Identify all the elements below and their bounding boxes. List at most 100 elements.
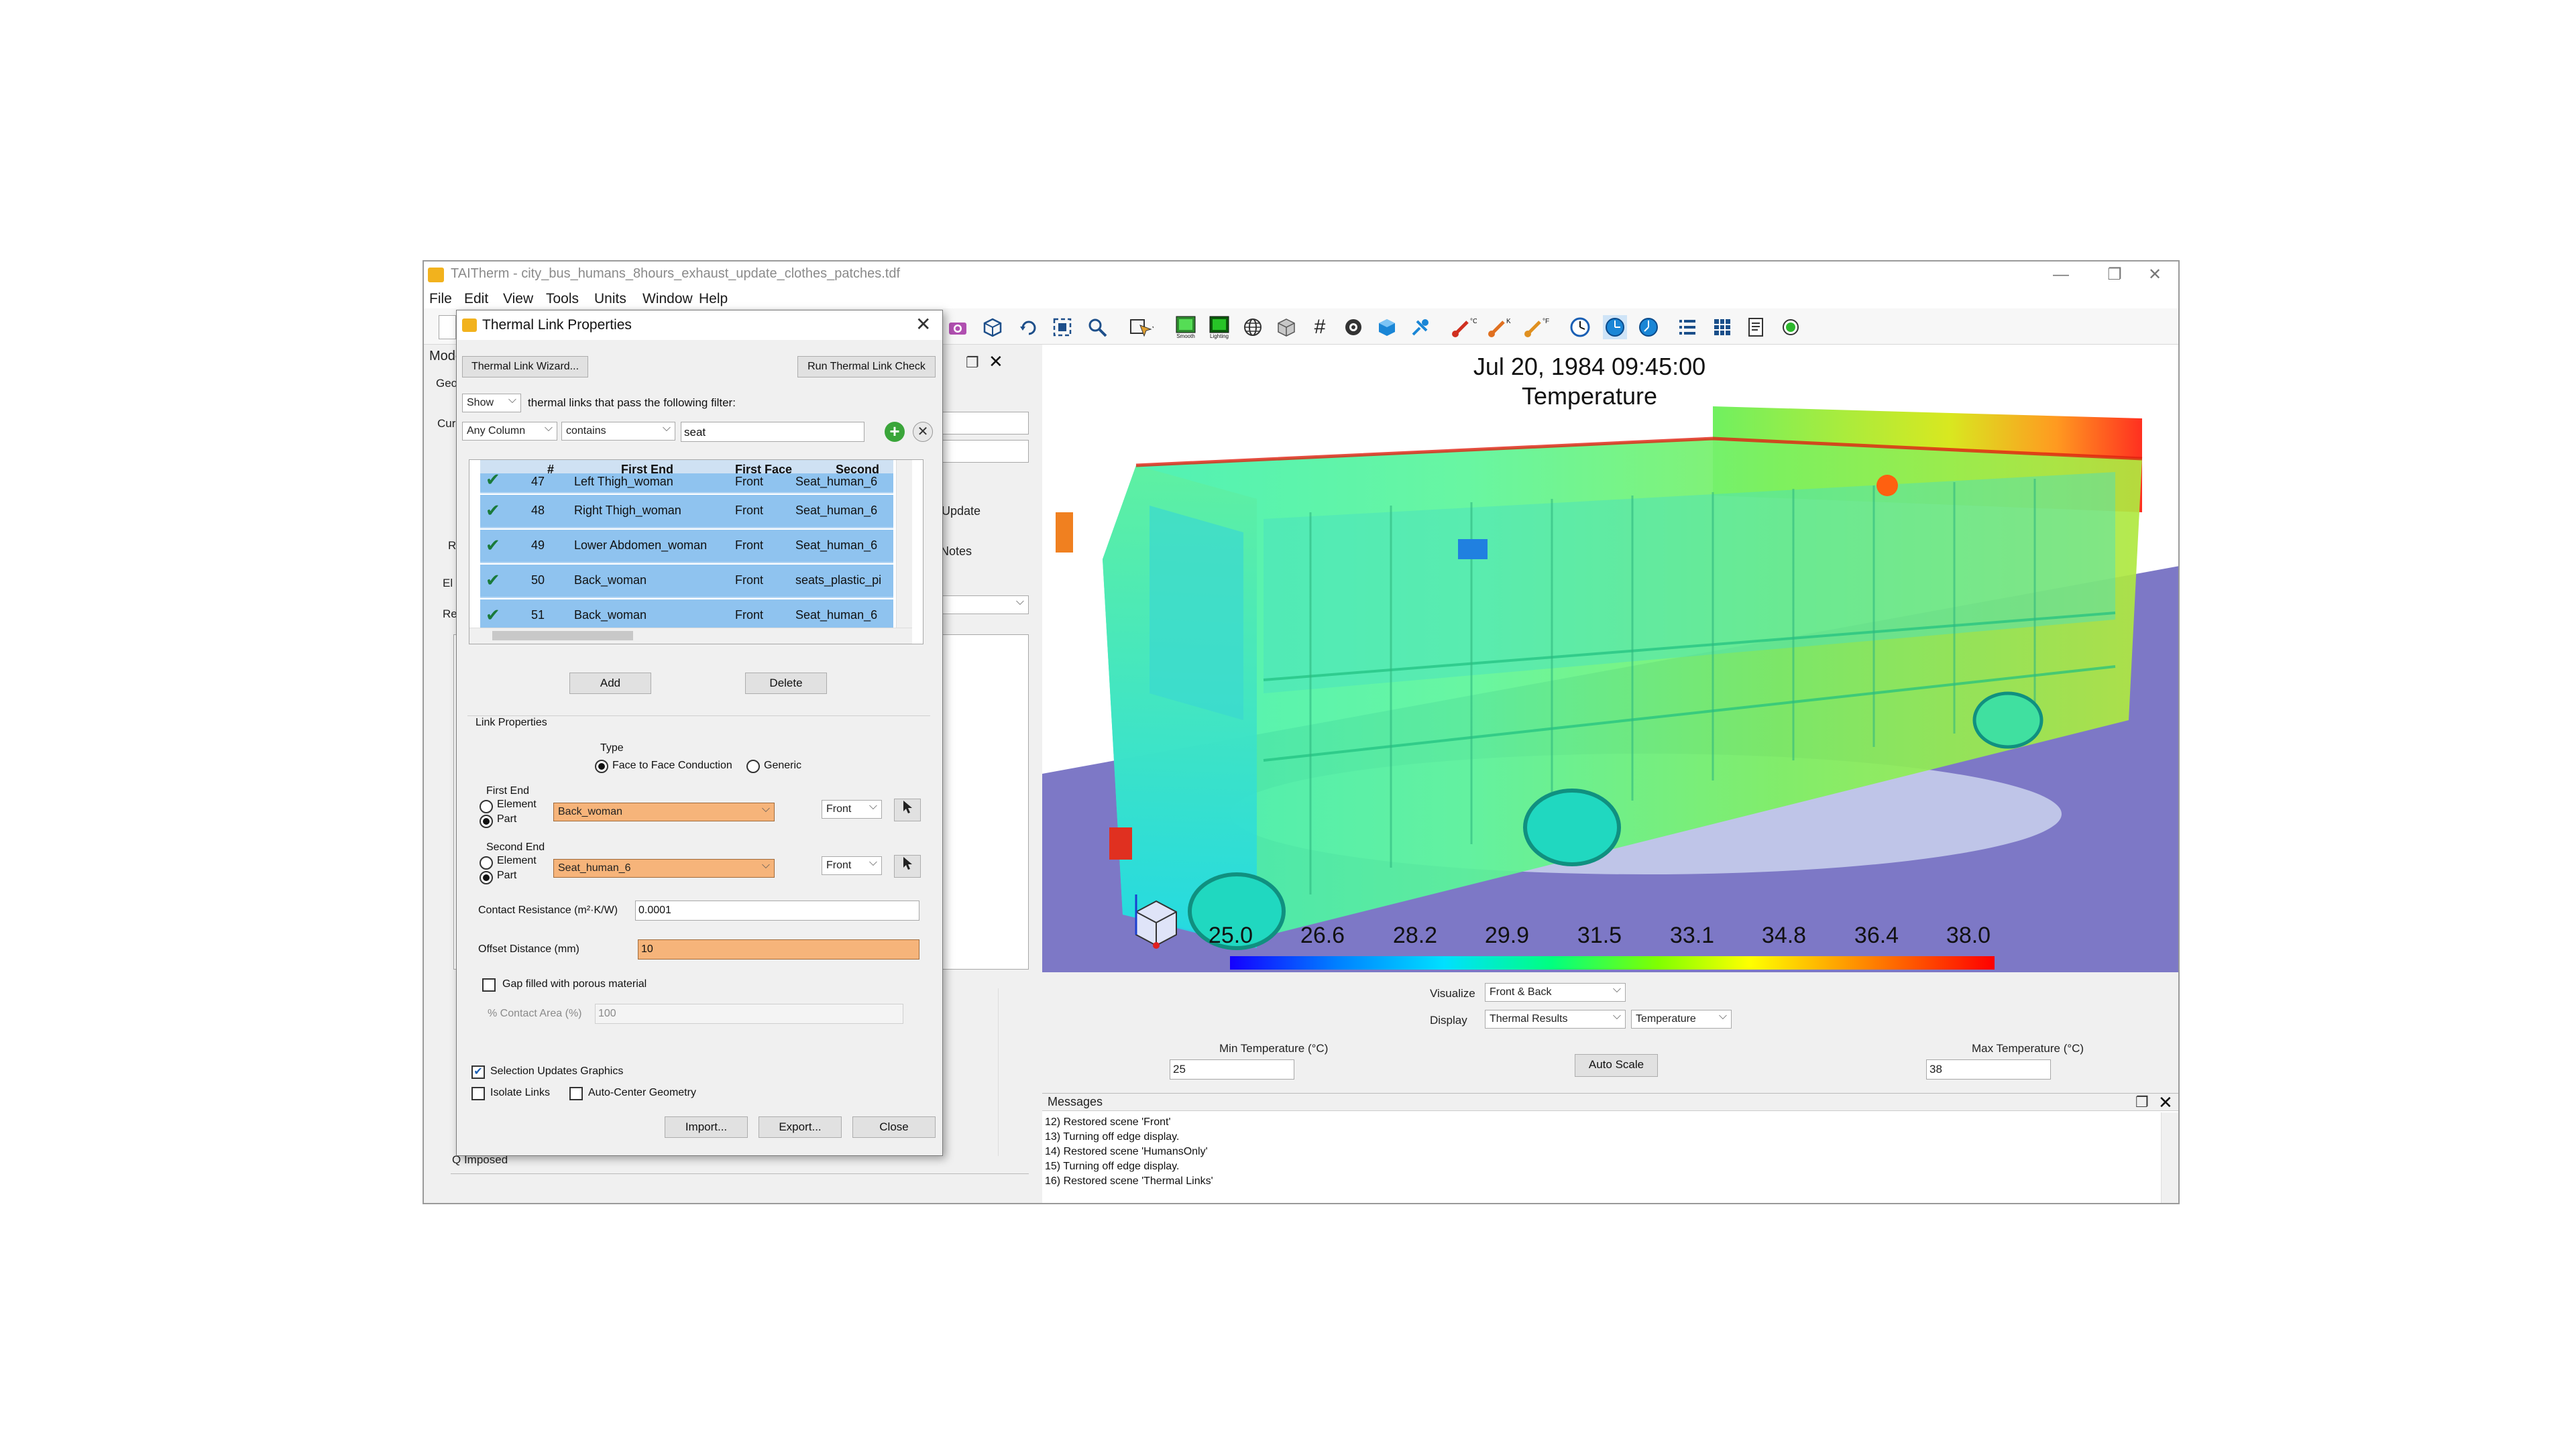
second-end-face-select[interactable]: Front <box>822 854 882 875</box>
table-row[interactable]: ✔ 48 Right Thigh_woman Front Seat_human_… <box>480 495 893 528</box>
sphere-icon[interactable] <box>1341 315 1365 339</box>
report-icon[interactable] <box>1744 315 1768 339</box>
table-row[interactable]: ✔ 49 Lower Abdomen_woman Front Seat_huma… <box>480 530 893 563</box>
clear-filter-icon[interactable]: ✕ <box>913 422 933 442</box>
menu-help[interactable]: Help <box>699 291 728 307</box>
first-end-pick-icon[interactable] <box>894 799 921 821</box>
select-icon[interactable] <box>1129 315 1154 339</box>
add-link-button[interactable]: Add <box>569 673 651 694</box>
second-end-part-radio[interactable] <box>480 871 493 884</box>
gap-porous-checkbox[interactable] <box>482 978 496 992</box>
close-window-button[interactable]: ✕ <box>2131 262 2178 288</box>
3d-viewport[interactable]: Jul 20, 1984 09:45:00 Temperature 25.0 2… <box>1042 345 2178 972</box>
import-button[interactable]: Import... <box>665 1116 748 1138</box>
offset-distance-input[interactable]: 10 <box>638 939 919 960</box>
box-icon[interactable] <box>1274 315 1298 339</box>
table-row[interactable]: ✔ 47 Left Thigh_woman Front Seat_human_6 <box>480 469 893 494</box>
contact-area-input[interactable]: 100 <box>595 1004 903 1024</box>
clock-m-icon[interactable] <box>1603 315 1627 339</box>
second-end-part-select[interactable]: Seat_human_6 <box>553 857 775 878</box>
run-thermal-link-check-button[interactable]: Run Thermal Link Check <box>797 356 936 378</box>
filter-column-select[interactable]: Any Column <box>462 420 557 441</box>
messages-float-icon[interactable]: ❐ <box>2135 1094 2149 1111</box>
left-close-icon[interactable]: ✕ <box>989 351 1003 372</box>
face-to-face-radio[interactable] <box>595 760 608 773</box>
minimize-button[interactable]: — <box>2037 262 2084 288</box>
probe-icon[interactable] <box>1408 315 1433 339</box>
zoom-fit-icon[interactable] <box>1050 315 1074 339</box>
thermometer-f-icon[interactable]: °F <box>1521 315 1551 339</box>
rotate-icon[interactable] <box>1017 315 1041 339</box>
scroll-thumb[interactable] <box>492 631 633 640</box>
min-temp-input[interactable]: 25 <box>1170 1059 1294 1080</box>
table-icon[interactable] <box>1710 315 1734 339</box>
menu-view[interactable]: View <box>503 291 533 307</box>
left-field-1[interactable] <box>934 412 1029 434</box>
solid-icon[interactable] <box>1375 315 1399 339</box>
menu-tools[interactable]: Tools <box>546 291 579 307</box>
clock-h-icon[interactable] <box>1636 315 1661 339</box>
grid-icon[interactable]: # <box>1308 315 1332 339</box>
add-filter-icon[interactable]: + <box>885 422 905 442</box>
dialog-close-icon[interactable]: ✕ <box>915 313 931 335</box>
display-variable-select[interactable]: Temperature <box>1631 1008 1732 1029</box>
tab-notes[interactable]: Notes <box>940 544 972 559</box>
filter-value-input[interactable]: seat <box>681 422 864 442</box>
update-button[interactable]: Update <box>942 504 981 518</box>
messages-scrollbar[interactable] <box>2161 1112 2178 1203</box>
left-float-icon[interactable]: ❐ <box>966 354 979 371</box>
generic-radio[interactable] <box>746 760 760 773</box>
left-scrollbar[interactable] <box>998 988 1017 1156</box>
record-icon[interactable] <box>1779 315 1803 339</box>
left-field-2[interactable] <box>934 440 1029 463</box>
list-icon[interactable] <box>1675 315 1699 339</box>
messages-close-icon[interactable]: ✕ <box>2158 1092 2173 1113</box>
show-select[interactable]: Show <box>462 392 521 412</box>
contact-resistance-input[interactable]: 0.0001 <box>635 901 919 921</box>
first-end-face-select[interactable]: Front <box>822 798 882 819</box>
contact-resistance-label: Contact Resistance (m²·K/W) <box>478 905 618 916</box>
selection-updates-checkbox[interactable]: ✔ <box>471 1065 485 1079</box>
menu-window[interactable]: Window <box>642 291 693 307</box>
new-file-icon[interactable] <box>439 315 456 339</box>
isolate-links-checkbox[interactable] <box>471 1087 485 1100</box>
row-num: 49 <box>531 538 545 552</box>
thermometer-k-icon[interactable]: K <box>1485 315 1514 339</box>
clock-icon[interactable] <box>1568 315 1592 339</box>
first-end-part-select[interactable]: Back_woman <box>553 801 775 821</box>
second-end-pick-icon[interactable] <box>894 855 921 878</box>
table-row[interactable]: ✔ 50 Back_woman Front seats_plastic_pi <box>480 565 893 598</box>
filter-description: thermal links that pass the following fi… <box>528 396 736 409</box>
view-cube-icon[interactable] <box>981 315 1005 339</box>
globe-icon[interactable] <box>1241 315 1265 339</box>
menu-edit[interactable]: Edit <box>464 291 488 307</box>
first-end-element-radio[interactable] <box>480 800 493 813</box>
row-check-icon: ✔ <box>486 469 500 489</box>
menu-file[interactable]: File <box>429 291 452 307</box>
max-temp-input[interactable]: 38 <box>1926 1059 2051 1080</box>
display-select[interactable]: Thermal Results <box>1485 1008 1626 1029</box>
visualize-select[interactable]: Front & Back <box>1485 981 1626 1002</box>
camera-icon[interactable] <box>946 315 970 339</box>
menu-units[interactable]: Units <box>594 291 626 307</box>
table-vertical-scrollbar[interactable] <box>896 460 912 628</box>
app-name: TAITherm <box>451 266 510 281</box>
delete-link-button[interactable]: Delete <box>745 673 827 694</box>
first-end-part-radio[interactable] <box>480 815 493 828</box>
lighting-icon[interactable]: Lighting <box>1207 315 1231 339</box>
close-button[interactable]: Close <box>852 1116 936 1138</box>
export-button[interactable]: Export... <box>759 1116 842 1138</box>
zoom-box-icon[interactable] <box>1085 315 1109 339</box>
filter-operator-select[interactable]: contains <box>561 420 675 441</box>
datetime-text: Jul 20, 1984 09:45:00 <box>1473 353 1706 380</box>
auto-center-checkbox[interactable] <box>569 1087 583 1100</box>
second-end-element-label: Element <box>497 855 537 866</box>
auto-scale-button[interactable]: Auto Scale <box>1575 1054 1658 1077</box>
thermometer-c-icon[interactable]: °C <box>1449 315 1478 339</box>
smooth-icon[interactable]: Smooth <box>1174 315 1198 339</box>
second-end-element-radio[interactable] <box>480 856 493 870</box>
colorbar-label-1: 26.6 <box>1300 923 1345 948</box>
thermal-link-wizard-button[interactable]: Thermal Link Wizard... <box>462 356 588 378</box>
table-horizontal-scrollbar[interactable] <box>469 628 912 644</box>
left-combo[interactable] <box>934 593 1029 614</box>
